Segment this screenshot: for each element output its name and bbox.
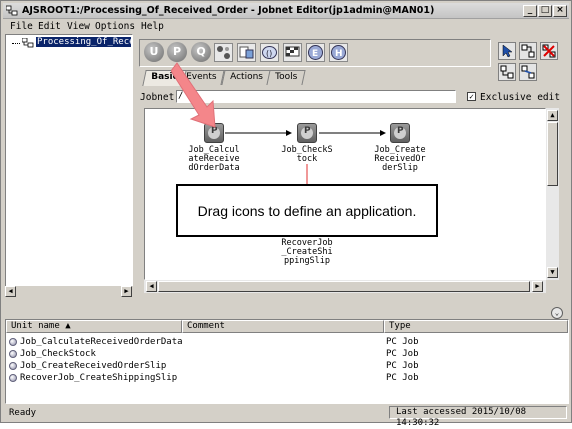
unit-tree[interactable]: Processing_Of_Recei	[5, 34, 133, 298]
jobnet-tree-icon	[22, 38, 34, 48]
align-units-icon[interactable]	[498, 63, 516, 81]
column-type[interactable]: Type	[384, 320, 568, 333]
exclusive-edit-checkbox[interactable]: ✓	[467, 92, 476, 101]
unit-type-cell: PC Job	[386, 337, 419, 347]
table-row[interactable]: Job_CheckStock PC Job	[6, 348, 566, 360]
recover-job-create-shipping-slip-label: RecoverJob _CreateShi ppingSlip	[281, 238, 333, 266]
connect-units-icon[interactable]	[519, 42, 537, 60]
job-check-stock-icon[interactable]: P	[297, 123, 317, 143]
window-title: AJSROOT1:/Processing_Of_Received_Order -…	[22, 5, 435, 16]
svg-text:H: H	[335, 49, 343, 59]
table-row[interactable]: RecoverJob_CreateShippingSlip PC Job	[6, 372, 566, 384]
menu-edit[interactable]: Edit	[38, 21, 61, 32]
svg-text:(): ()	[266, 49, 272, 58]
vertical-scroll-thumb[interactable]	[547, 122, 558, 186]
unit-name-cell: Job_CalculateReceivedOrderData	[20, 337, 183, 347]
job-calculate-received-order-data-label: Job_Calcul ateReceive dOrderData	[188, 145, 240, 173]
delete-connection-icon[interactable]	[540, 42, 558, 60]
tab-tools-label: Tools	[275, 72, 298, 82]
close-button[interactable]: ×	[553, 5, 567, 17]
status-text: Ready	[9, 408, 37, 418]
menu-file[interactable]: File	[10, 21, 33, 32]
scroll-down-icon[interactable]: ▼	[547, 267, 558, 278]
svg-text:E: E	[312, 49, 318, 59]
maximize-button[interactable]: □	[538, 5, 552, 17]
jobnet-editor-window: AJSROOT1:/Processing_Of_Received_Order -…	[0, 0, 572, 428]
tab-tools[interactable]: Tools	[266, 70, 306, 85]
status-bar: Ready Last accessed 2015/10/08 14:30:32	[5, 405, 569, 428]
scroll-left-icon[interactable]: ◀	[5, 286, 16, 297]
tree-connector	[12, 43, 20, 44]
column-unit-name[interactable]: Unit name ▲	[6, 320, 182, 333]
email-job-icon[interactable]: E	[306, 43, 325, 62]
table-row[interactable]: Job_CreateReceivedOrderSlip PC Job	[6, 360, 566, 372]
app-icon	[6, 5, 18, 16]
job-check-stock-label: Job_CheckS tock	[281, 145, 333, 164]
instruction-callout: Drag icons to define an application.	[176, 184, 438, 237]
relation-line-icon[interactable]	[519, 63, 537, 81]
unit-type-cell: PC Job	[386, 361, 419, 371]
jobnet-unit-icon[interactable]: U	[144, 42, 164, 62]
menu-bar: File Edit View Options Help	[3, 20, 569, 34]
canvas-scroll-left-icon[interactable]: ◀	[146, 281, 157, 292]
tree-horizontal-scrollbar[interactable]: ◀ ▶	[5, 286, 133, 298]
pc-job-bullet-icon	[9, 374, 17, 382]
unit-list: Unit name ▲ Comment Type Job_CalculateRe…	[5, 319, 569, 404]
exclusive-edit-label: Exclusive edit	[480, 92, 561, 103]
expand-list-icon[interactable]: ⌄	[551, 307, 563, 319]
menu-view[interactable]: View	[67, 21, 90, 32]
title-bar: AJSROOT1:/Processing_Of_Received_Order -…	[3, 3, 569, 19]
unit-type-cell: PC Job	[386, 373, 419, 383]
ojb-job-icon[interactable]: ()	[260, 43, 279, 62]
column-unit-name-label: Unit name	[11, 321, 60, 331]
table-row[interactable]: Job_CalculateReceivedOrderData PC Job	[6, 336, 566, 348]
tab-actions-label: Actions	[230, 72, 263, 82]
canvas-vertical-scrollbar[interactable]: ▲ ▼	[546, 108, 559, 280]
scroll-up-icon[interactable]: ▲	[547, 110, 558, 121]
tree-item-processing-of-received-order[interactable]: Processing_Of_Recei	[36, 37, 131, 47]
job-create-received-order-slip-label: Job_Create ReceivedOr derSlip	[374, 145, 426, 173]
column-comment[interactable]: Comment	[182, 320, 384, 333]
last-accessed-text: Last accessed 2015/10/08 14:30:32	[389, 406, 567, 428]
file-watch-job-icon[interactable]	[237, 43, 256, 62]
job-create-received-order-slip-icon[interactable]: P	[390, 123, 410, 143]
drag-hint-arrow	[171, 62, 216, 128]
select-pointer-icon[interactable]	[498, 42, 516, 60]
scroll-right-icon[interactable]: ▶	[121, 286, 132, 297]
http-job-icon[interactable]: H	[329, 43, 348, 62]
flag-job-icon[interactable]	[283, 43, 302, 62]
pc-job-bullet-icon	[9, 338, 17, 346]
pc-job-bullet-icon	[9, 350, 17, 358]
unit-type-cell: PC Job	[386, 349, 419, 359]
pc-job-bullet-icon	[9, 362, 17, 370]
unit-name-cell: Job_CreateReceivedOrderSlip	[20, 361, 167, 371]
unit-name-cell: Job_CheckStock	[20, 349, 96, 359]
menu-help[interactable]: Help	[141, 21, 164, 32]
horizontal-scroll-thumb[interactable]	[158, 281, 530, 292]
unit-name-cell: RecoverJob_CreateShippingSlip	[20, 373, 178, 383]
menu-options[interactable]: Options	[95, 21, 135, 32]
canvas-scroll-right-icon[interactable]: ▶	[532, 281, 543, 292]
canvas-horizontal-scrollbar[interactable]: ◀ ▶	[144, 280, 546, 293]
minimize-button[interactable]: _	[523, 5, 537, 17]
